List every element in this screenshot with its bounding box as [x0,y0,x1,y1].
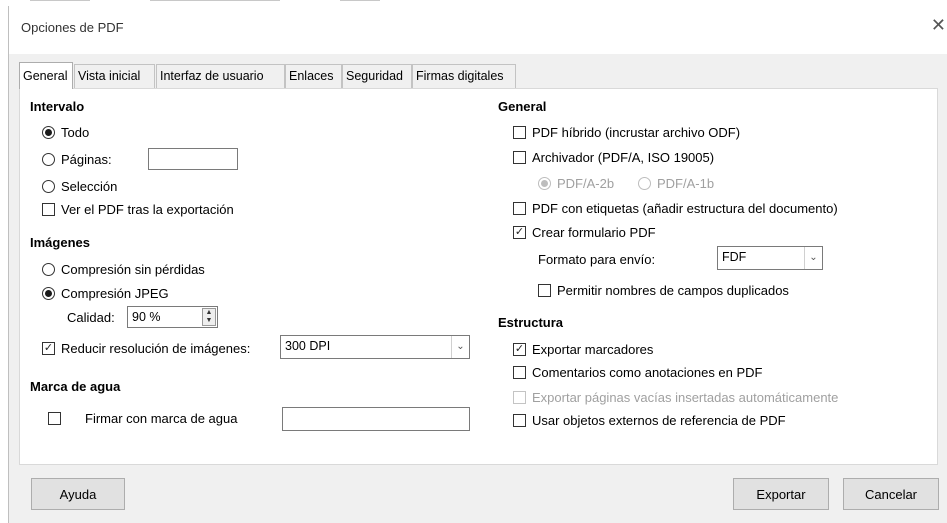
radio-paginas[interactable]: Páginas: [42,150,112,168]
resolucion-combobox[interactable]: 300 DPI ⌄ [280,335,470,359]
title-bar: Opciones de PDF ✕ [9,6,947,54]
radio-button[interactable] [42,179,55,193]
marcadores-label: Exportar marcadores [532,341,654,357]
marca-header: Marca de agua [30,379,121,394]
radio-button[interactable] [42,125,55,139]
radio-button[interactable] [638,176,651,190]
radio-button[interactable] [42,262,55,276]
reducir-checkbox[interactable]: ✓ Reducir resolución de imágenes: [42,339,250,357]
checkbox[interactable] [42,202,55,216]
todo-label: Todo [61,124,90,140]
radio-button[interactable] [538,176,551,190]
formulario-checkbox[interactable]: ✓ Crear formulario PDF [513,223,656,241]
close-icon[interactable]: ✕ [931,16,946,34]
checkbox[interactable] [513,390,526,404]
sin-perdidas-label: Compresión sin pérdidas [61,261,205,277]
spin-down-icon[interactable]: ▼ [203,317,215,325]
chevron-down-icon[interactable]: ⌄ [804,247,822,269]
checkbox[interactable] [513,150,526,164]
tab-seguridad[interactable]: Seguridad [342,64,412,88]
radio-jpeg[interactable]: Compresión JPEG [42,284,169,302]
check-icon: ✓ [514,342,525,355]
intervalo-header: Intervalo [30,99,85,114]
checkbox[interactable] [513,201,526,215]
pdfa2b-label: PDF/A-2b [557,175,615,191]
vacias-checkbox[interactable]: Exportar páginas vacías insertadas autom… [513,388,838,406]
hibrido-checkbox[interactable]: PDF híbrido (incrustar archivo ODF) [513,123,740,141]
vacias-label: Exportar páginas vacías insertadas autom… [532,389,839,405]
chevron-down-icon[interactable]: ⌄ [451,336,469,358]
tab-vista-inicial[interactable]: Vista inicial [74,64,155,88]
hibrido-label: PDF híbrido (incrustar archivo ODF) [532,124,741,140]
archivador-label: Archivador (PDF/A, ISO 19005) [532,149,715,165]
tab-firmas-digitales[interactable]: Firmas digitales [412,64,516,88]
formato-combobox[interactable]: FDF ⌄ [717,246,823,270]
formato-label: Formato para envío: [538,251,656,267]
check-icon: ✓ [514,225,525,238]
calidad-label: Calidad: [67,309,115,325]
cancel-button[interactable]: Cancelar [843,478,939,510]
resolucion-value: 300 DPI [285,339,331,353]
help-button[interactable]: Ayuda [31,478,125,510]
formulario-label: Crear formulario PDF [532,224,656,240]
seleccion-label: Selección [61,178,118,194]
externos-checkbox[interactable]: Usar objetos externos de referencia de P… [513,411,786,429]
firmar-checkbox[interactable]: Firmar con marca de agua [48,409,237,427]
imagenes-header: Imágenes [30,235,90,250]
pdf-options-dialog: Opciones de PDF ✕ General Vista inicial … [8,6,947,523]
checkbox[interactable] [538,283,551,297]
paginas-label: Páginas: [61,151,112,167]
comentarios-checkbox[interactable]: Comentarios como anotaciones en PDF [513,363,763,381]
spin-buttons[interactable]: ▲ ▼ [202,308,216,326]
check-icon: ✓ [43,341,54,354]
ver-pdf-label: Ver el PDF tras la exportación [61,201,234,217]
general-tab-panel: Intervalo Todo Páginas: Selección Ver el… [19,88,938,465]
ver-pdf-checkbox[interactable]: Ver el PDF tras la exportación [42,200,234,218]
checkbox[interactable]: ✓ [513,342,526,356]
formato-value: FDF [722,250,747,264]
tab-interfaz-usuario[interactable]: Interfaz de usuario [156,64,285,88]
general-header: General [498,99,547,114]
etiquetas-checkbox[interactable]: PDF con etiquetas (añadir estructura del… [513,199,838,217]
radio-todo[interactable]: Todo [42,123,89,141]
duplicados-checkbox[interactable]: Permitir nombres de campos duplicados [538,281,789,299]
spin-up-icon[interactable]: ▲ [203,309,215,317]
externos-label: Usar objetos externos de referencia de P… [532,412,786,428]
radio-seleccion[interactable]: Selección [42,177,117,195]
reducir-label: Reducir resolución de imágenes: [61,340,251,356]
marca-texto-input[interactable] [282,407,470,431]
tab-enlaces[interactable]: Enlaces [285,64,342,88]
dialog-title: Opciones de PDF [21,20,124,35]
radio-button[interactable] [42,152,55,166]
duplicados-label: Permitir nombres de campos duplicados [557,282,789,298]
marcadores-checkbox[interactable]: ✓ Exportar marcadores [513,340,653,358]
pdfa1b-label: PDF/A-1b [657,175,715,191]
radio-pdfa2b[interactable]: PDF/A-2b [538,174,614,192]
radio-pdfa1b[interactable]: PDF/A-1b [638,174,714,192]
checkbox[interactable]: ✓ [42,341,55,355]
checkbox[interactable] [48,411,61,425]
calidad-spinbox[interactable]: 90 % ▲ ▼ [127,306,218,328]
jpeg-label: Compresión JPEG [61,285,169,301]
tab-general[interactable]: General [19,62,73,89]
checkbox[interactable]: ✓ [513,225,526,239]
paginas-input[interactable] [148,148,238,170]
checkbox[interactable] [513,365,526,379]
radio-sin-perdidas[interactable]: Compresión sin pérdidas [42,260,205,278]
checkbox[interactable] [513,125,526,139]
firmar-label: Firmar con marca de agua [85,410,238,426]
checkbox[interactable] [513,413,526,427]
etiquetas-label: PDF con etiquetas (añadir estructura del… [532,200,838,216]
estructura-header: Estructura [498,315,564,330]
comentarios-label: Comentarios como anotaciones en PDF [532,364,763,380]
archivador-checkbox[interactable]: Archivador (PDF/A, ISO 19005) [513,148,714,166]
export-button[interactable]: Exportar [733,478,829,510]
calidad-value: 90 % [132,310,161,324]
radio-button[interactable] [42,286,55,300]
